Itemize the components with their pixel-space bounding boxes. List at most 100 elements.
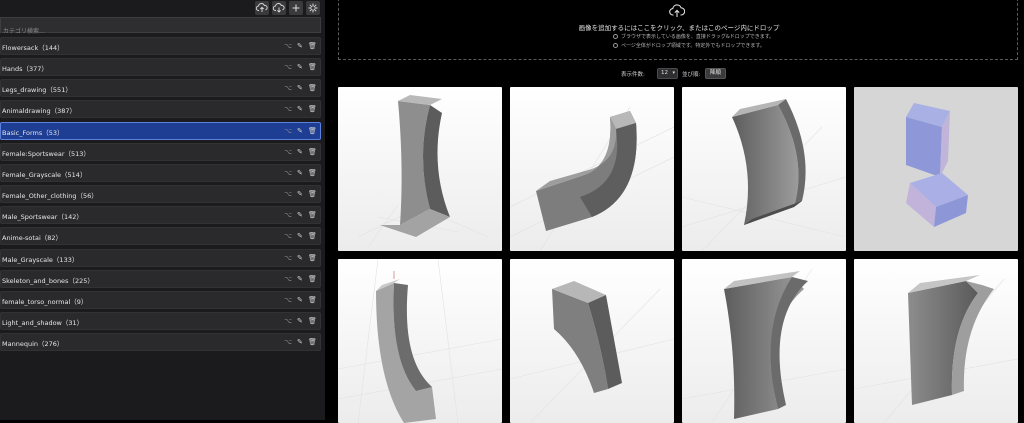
category-item[interactable]: Female_Grayscale（514） ⌥ ✎ 🗑 xyxy=(0,164,321,182)
gallery-image[interactable] xyxy=(682,259,846,423)
gallery-image[interactable] xyxy=(338,259,502,423)
trash-icon[interactable]: 🗑 xyxy=(308,254,317,263)
category-label: Male_Sportswear（142） xyxy=(2,213,83,221)
image-dropzone[interactable]: 画像を追加するにはここをクリック、またはこのページ内にドロップ ブラウザで表示し… xyxy=(338,0,1018,60)
edit-icon[interactable]: ✎ xyxy=(297,127,303,136)
trash-icon[interactable]: 🗑 xyxy=(308,275,317,284)
tag-icon[interactable]: ⌥ xyxy=(284,190,292,199)
tag-icon[interactable]: ⌥ xyxy=(284,211,292,220)
tag-icon[interactable]: ⌥ xyxy=(284,338,292,347)
basic-form-render xyxy=(682,87,846,251)
trash-icon[interactable]: 🗑 xyxy=(308,232,317,241)
category-item[interactable]: Male_Grayscale（133） ⌥ ✎ 🗑 xyxy=(0,249,321,267)
category-item[interactable]: Light_and_shadow（31） ⌥ ✎ 🗑 xyxy=(0,312,321,330)
trash-icon[interactable]: 🗑 xyxy=(308,317,317,326)
edit-icon[interactable]: ✎ xyxy=(297,338,303,347)
category-item[interactable]: Skeleton_and_bones（225） ⌥ ✎ 🗑 xyxy=(0,270,321,288)
dropzone-title: 画像を追加するにはここをクリック、またはこのページ内にドロップ xyxy=(578,24,780,32)
category-item-active[interactable]: Basic_Forms（53） ⌥ ✎ 🗑 xyxy=(0,122,321,140)
dropzone-note: ページ全体がドロップ領域です。特定外でもドロップできます。 xyxy=(613,42,765,49)
trash-icon[interactable]: 🗑 xyxy=(308,338,317,347)
category-item[interactable]: female_torso_normal（9） ⌥ ✎ 🗑 xyxy=(0,291,321,309)
basic-form-render xyxy=(510,259,674,423)
edit-icon[interactable]: ✎ xyxy=(297,84,303,93)
tag-icon[interactable]: ⌥ xyxy=(284,254,292,263)
category-label: Female_Grayscale（514） xyxy=(2,171,87,179)
gallery-image[interactable] xyxy=(854,87,1018,251)
trash-icon[interactable]: 🗑 xyxy=(308,169,317,178)
edit-icon[interactable]: ✎ xyxy=(297,254,303,263)
edit-icon[interactable]: ✎ xyxy=(297,275,303,284)
edit-icon[interactable]: ✎ xyxy=(297,211,303,220)
edit-icon[interactable]: ✎ xyxy=(297,105,303,114)
category-item[interactable]: Legs_drawing（551） ⌥ ✎ 🗑 xyxy=(0,79,321,97)
edit-icon[interactable]: ✎ xyxy=(297,190,303,199)
category-item[interactable]: Female:Sportswear（513） ⌥ ✎ 🗑 xyxy=(0,143,321,161)
trash-icon[interactable]: 🗑 xyxy=(308,105,317,114)
trash-icon[interactable]: 🗑 xyxy=(308,190,317,199)
chevron-down-icon: ▾ xyxy=(672,70,675,76)
basic-form-render xyxy=(510,87,674,251)
trash-icon[interactable]: 🗑 xyxy=(308,42,317,51)
gallery-image[interactable] xyxy=(510,259,674,423)
dropzone-note-text: ページ全体がドロップ領域です。特定外でもドロップできます。 xyxy=(621,43,765,49)
basic-form-render xyxy=(682,259,846,423)
category-label: Light_and_shadow（31） xyxy=(2,319,84,327)
category-label: Male_Grayscale（133） xyxy=(2,256,79,264)
edit-icon[interactable]: ✎ xyxy=(297,296,303,305)
tag-icon[interactable]: ⌥ xyxy=(284,232,292,241)
tag-icon[interactable]: ⌥ xyxy=(284,275,292,284)
tag-icon[interactable]: ⌥ xyxy=(284,127,292,136)
trash-icon[interactable]: 🗑 xyxy=(308,63,317,72)
count-select[interactable]: 12 ▾ xyxy=(657,68,678,79)
gallery-image[interactable] xyxy=(854,259,1018,423)
basic-form-render xyxy=(854,87,1018,251)
gallery-image[interactable] xyxy=(510,87,674,251)
trash-icon[interactable]: 🗑 xyxy=(308,127,317,136)
image-gallery xyxy=(338,87,1021,423)
category-label: Female:Sportswear（513） xyxy=(2,150,90,158)
tag-icon[interactable]: ⌥ xyxy=(284,169,292,178)
category-item[interactable]: Anime-sotai（82） ⌥ ✎ 🗑 xyxy=(0,227,321,245)
tag-icon[interactable]: ⌥ xyxy=(284,105,292,114)
trash-icon[interactable]: 🗑 xyxy=(308,296,317,305)
tag-icon[interactable]: ⌥ xyxy=(284,63,292,72)
count-value: 12 xyxy=(661,70,668,76)
upload-icon[interactable] xyxy=(255,1,269,15)
edit-icon[interactable]: ✎ xyxy=(297,317,303,326)
tag-icon[interactable]: ⌥ xyxy=(284,148,292,157)
category-item[interactable]: Male_Sportswear（142） ⌥ ✎ 🗑 xyxy=(0,206,321,224)
category-label: Skeleton_and_bones（225） xyxy=(2,277,94,285)
edit-icon[interactable]: ✎ xyxy=(297,148,303,157)
basic-form-render xyxy=(338,87,502,251)
info-icon xyxy=(613,34,618,39)
category-item[interactable]: Hands（377） ⌥ ✎ 🗑 xyxy=(0,58,321,76)
edit-icon[interactable]: ✎ xyxy=(297,232,303,241)
edit-icon[interactable]: ✎ xyxy=(297,169,303,178)
tag-icon[interactable]: ⌥ xyxy=(284,84,292,93)
category-search xyxy=(0,17,321,39)
sort-order-button[interactable]: 降順 xyxy=(705,68,726,79)
category-item[interactable]: Animaldrawing（387） ⌥ ✎ 🗑 xyxy=(0,100,321,118)
basic-form-render xyxy=(338,259,502,423)
edit-icon[interactable]: ✎ xyxy=(297,63,303,72)
gallery-image[interactable] xyxy=(338,87,502,251)
main-panel: 画像を追加するにはここをクリック、またはこのページ内にドロップ ブラウザで表示し… xyxy=(335,0,1024,423)
category-item[interactable]: Female_Other_clothing（56） ⌥ ✎ 🗑 xyxy=(0,185,321,203)
tag-icon[interactable]: ⌥ xyxy=(284,296,292,305)
download-icon[interactable] xyxy=(272,1,286,15)
category-item[interactable]: Mannequin（276） ⌥ ✎ 🗑 xyxy=(0,333,321,351)
category-label: Animaldrawing（387） xyxy=(2,107,77,115)
category-label: Basic_Forms（53） xyxy=(2,129,64,137)
tag-icon[interactable]: ⌥ xyxy=(284,42,292,51)
add-icon[interactable] xyxy=(289,1,303,15)
trash-icon[interactable]: 🗑 xyxy=(308,211,317,220)
settings-icon[interactable] xyxy=(306,1,320,15)
gallery-controls: 表示件数: 12 ▾ 並び順: 降順 xyxy=(335,68,1015,80)
trash-icon[interactable]: 🗑 xyxy=(308,148,317,157)
gallery-image[interactable] xyxy=(682,87,846,251)
edit-icon[interactable]: ✎ xyxy=(297,42,303,51)
trash-icon[interactable]: 🗑 xyxy=(308,84,317,93)
tag-icon[interactable]: ⌥ xyxy=(284,317,292,326)
category-item[interactable]: Flowersack（144） ⌥ ✎ 🗑 xyxy=(0,37,321,55)
